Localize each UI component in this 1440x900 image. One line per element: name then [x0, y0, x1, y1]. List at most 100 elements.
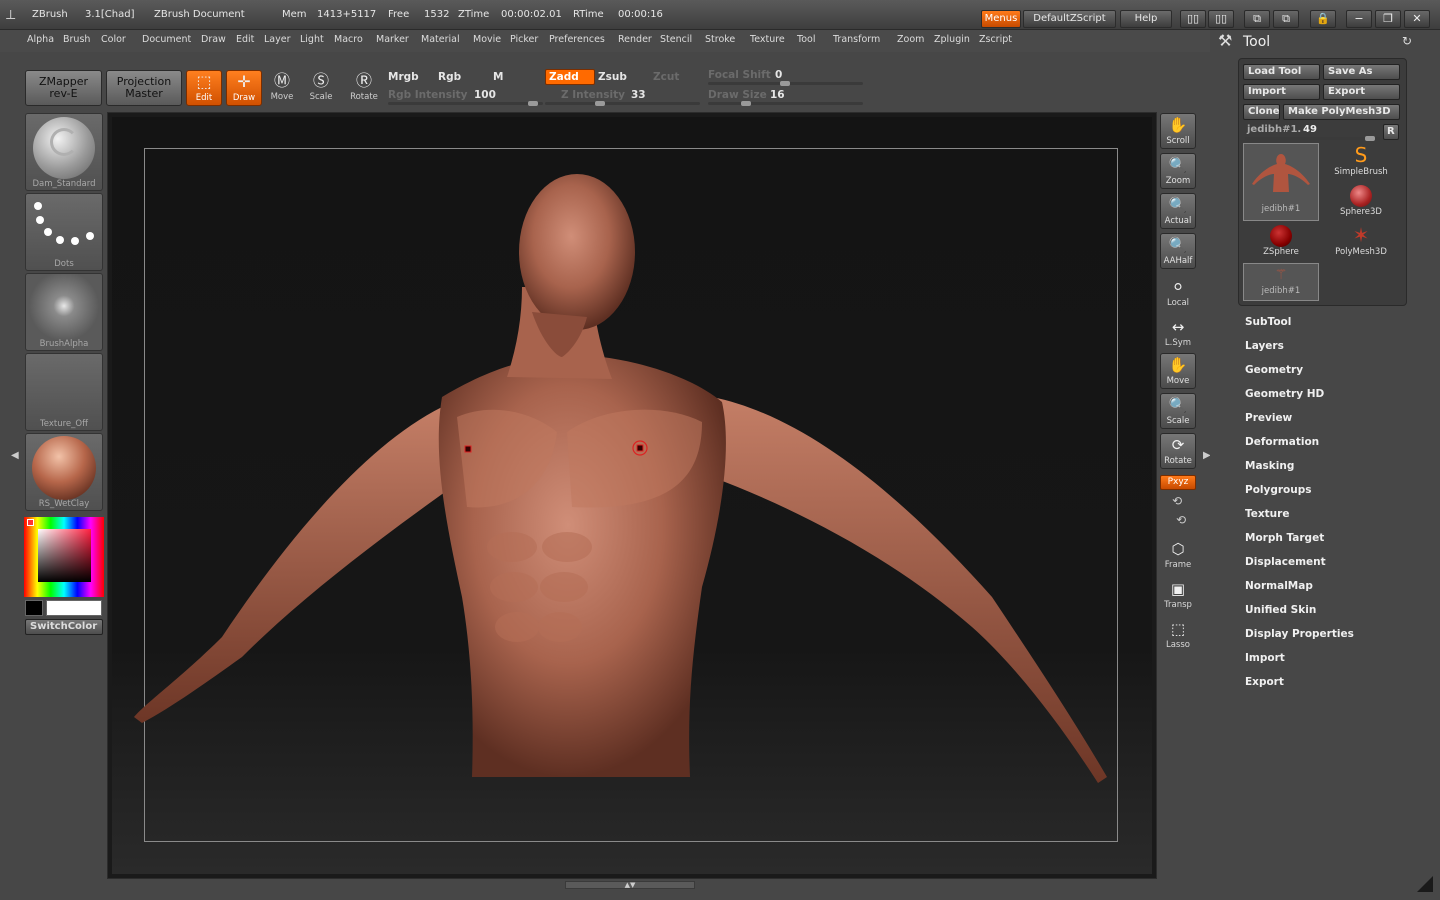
menu-document[interactable]: Document — [142, 34, 191, 45]
subpalette-subtool[interactable]: SubTool — [1245, 316, 1291, 328]
close-icon[interactable]: ✕ — [1404, 10, 1430, 28]
current-tool-knob[interactable] — [1365, 136, 1375, 141]
lasso-button[interactable]: ⬚ Lasso — [1160, 618, 1196, 654]
subpalette-geometry[interactable]: Geometry — [1245, 364, 1303, 376]
restore-icon[interactable]: ❐ — [1375, 10, 1401, 28]
tool-thumb-jedibh-2[interactable]: ⚚ jedibh#1 — [1243, 263, 1319, 301]
draw-size-slider[interactable] — [708, 101, 863, 106]
focal-shift-knob[interactable] — [780, 81, 790, 86]
actual-button[interactable]: 🔍 Actual — [1160, 193, 1196, 229]
focal-shift-slider[interactable] — [708, 81, 863, 86]
switch-color-button[interactable]: SwitchColor — [25, 619, 103, 635]
subpalette-masking[interactable]: Masking — [1245, 460, 1294, 472]
material-slot[interactable]: RS_WetClay — [25, 433, 103, 511]
subpalette-export[interactable]: Export — [1245, 676, 1284, 688]
tool-thumb-sphere3d[interactable]: Sphere3D — [1323, 183, 1399, 221]
menu-stroke[interactable]: Stroke — [705, 34, 735, 45]
tool-thumb-polymesh3d[interactable]: ✶ PolyMesh3D — [1323, 223, 1399, 261]
menu-edit[interactable]: Edit — [236, 34, 254, 45]
import-button[interactable]: Import — [1243, 84, 1320, 100]
zbrush-logo-icon[interactable]: ⟂ — [6, 7, 15, 23]
z-intensity-value[interactable]: 33 — [631, 89, 646, 101]
menu-tool[interactable]: Tool — [797, 34, 815, 45]
rotate-z-icon[interactable]: ⟲ — [1176, 513, 1186, 527]
aahalf-button[interactable]: 🔍 AAHalf — [1160, 233, 1196, 269]
sculpt-model[interactable] — [112, 117, 1152, 874]
subpalette-texture[interactable]: Texture — [1245, 508, 1289, 520]
focal-shift-value[interactable]: 0 — [775, 69, 782, 81]
resize-corner-icon[interactable] — [1417, 876, 1433, 892]
draw-button[interactable]: ✛ Draw — [226, 70, 262, 106]
stroke-slot[interactable]: Dots — [25, 193, 103, 271]
save-as-button[interactable]: Save As — [1323, 64, 1400, 80]
tray-right-icon[interactable]: ▯▯ — [1208, 10, 1234, 28]
primary-color-swatch[interactable] — [46, 600, 102, 616]
rotate-button[interactable]: Ⓡ Rotate — [346, 70, 382, 106]
layout-one-icon[interactable]: ⧉ — [1244, 10, 1270, 28]
scale-view-button[interactable]: 🔍 Scale — [1160, 393, 1196, 429]
scale-button[interactable]: Ⓢ Scale — [303, 70, 339, 106]
canvas-bottom-scrollbar[interactable]: ▲▼ — [565, 881, 695, 889]
menu-macro[interactable]: Macro — [334, 34, 363, 45]
menus-button[interactable]: Menus — [981, 10, 1021, 28]
subpalette-geometry-hd[interactable]: Geometry HD — [1245, 388, 1324, 400]
menu-brush[interactable]: Brush — [63, 34, 90, 45]
rgb-intensity-value[interactable]: 100 — [474, 89, 496, 101]
subpalette-deformation[interactable]: Deformation — [1245, 436, 1319, 448]
menu-zoom[interactable]: Zoom — [897, 34, 924, 45]
rotate-y-icon[interactable]: ⟲ — [1172, 494, 1182, 508]
menu-preferences[interactable]: Preferences — [549, 34, 605, 45]
texture-slot[interactable]: Texture_Off — [25, 353, 103, 431]
minimize-icon[interactable]: − — [1346, 10, 1372, 28]
subpalette-import[interactable]: Import — [1245, 652, 1285, 664]
scroll-button[interactable]: ✋ Scroll — [1160, 113, 1196, 149]
zsub-button[interactable]: Zsub — [598, 71, 627, 83]
menu-color[interactable]: Color — [101, 34, 126, 45]
subpalette-polygroups[interactable]: Polygroups — [1245, 484, 1312, 496]
menu-render[interactable]: Render — [618, 34, 652, 45]
menu-layer[interactable]: Layer — [264, 34, 291, 45]
frame-button[interactable]: ⬡ Frame — [1160, 538, 1196, 574]
zcut-button[interactable]: Zcut — [653, 71, 679, 83]
edit-button[interactable]: ⬚ Edit — [186, 70, 222, 106]
z-intensity-knob[interactable] — [595, 101, 605, 106]
make-polymesh-button[interactable]: Make PolyMesh3D — [1283, 104, 1400, 120]
menu-movie[interactable]: Movie — [473, 34, 501, 45]
brush-slot[interactable]: Dam_Standard — [25, 113, 103, 191]
rotate-view-button[interactable]: ⟳ Rotate — [1160, 433, 1196, 469]
menu-texture[interactable]: Texture — [750, 34, 785, 45]
tool-thumb-simplebrush[interactable]: S SimpleBrush — [1323, 143, 1399, 181]
transp-button[interactable]: ▣ Transp — [1160, 578, 1196, 614]
subpalette-display-properties[interactable]: Display Properties — [1245, 628, 1354, 640]
menu-draw[interactable]: Draw — [201, 34, 226, 45]
tool-thumb-jedibh[interactable]: jedibh#1 — [1243, 143, 1319, 221]
menu-material[interactable]: Material — [421, 34, 460, 45]
color-saturation-square[interactable] — [38, 529, 91, 582]
subpalette-morph-target[interactable]: Morph Target — [1245, 532, 1324, 544]
alpha-slot[interactable]: BrushAlpha — [25, 273, 103, 351]
rgb-intensity-slider[interactable] — [388, 101, 543, 106]
move-button[interactable]: Ⓜ Move — [264, 70, 300, 106]
menu-zplugin[interactable]: Zplugin — [934, 34, 970, 45]
subpalette-normalmap[interactable]: NormalMap — [1245, 580, 1313, 592]
load-tool-button[interactable]: Load Tool — [1243, 64, 1320, 80]
tool-thumb-zsphere[interactable]: ZSphere — [1243, 223, 1319, 261]
projection-master-button[interactable]: Projection Master — [106, 70, 182, 106]
menu-stencil[interactable]: Stencil — [660, 34, 692, 45]
draw-size-knob[interactable] — [741, 101, 751, 106]
menu-marker[interactable]: Marker — [376, 34, 409, 45]
subpalette-preview[interactable]: Preview — [1245, 412, 1292, 424]
menu-transform[interactable]: Transform — [833, 34, 880, 45]
subpalette-unified-skin[interactable]: Unified Skin — [1245, 604, 1316, 616]
draw-size-value[interactable]: 16 — [770, 89, 785, 101]
local-button[interactable]: ⚪ Local — [1160, 276, 1196, 312]
rgb-intensity-knob[interactable] — [528, 101, 538, 106]
left-tray-toggle-icon[interactable]: ◀ — [11, 450, 19, 461]
layout-two-icon[interactable]: ⧉ — [1273, 10, 1299, 28]
menu-light[interactable]: Light — [300, 34, 324, 45]
zadd-button[interactable]: Zadd — [545, 69, 595, 85]
mrgb-button[interactable]: Mrgb — [388, 71, 419, 83]
tray-left-icon[interactable]: ▯▯ — [1180, 10, 1206, 28]
menu-picker[interactable]: Picker — [510, 34, 538, 45]
xyz-toggle[interactable]: Pxyz — [1160, 475, 1196, 490]
